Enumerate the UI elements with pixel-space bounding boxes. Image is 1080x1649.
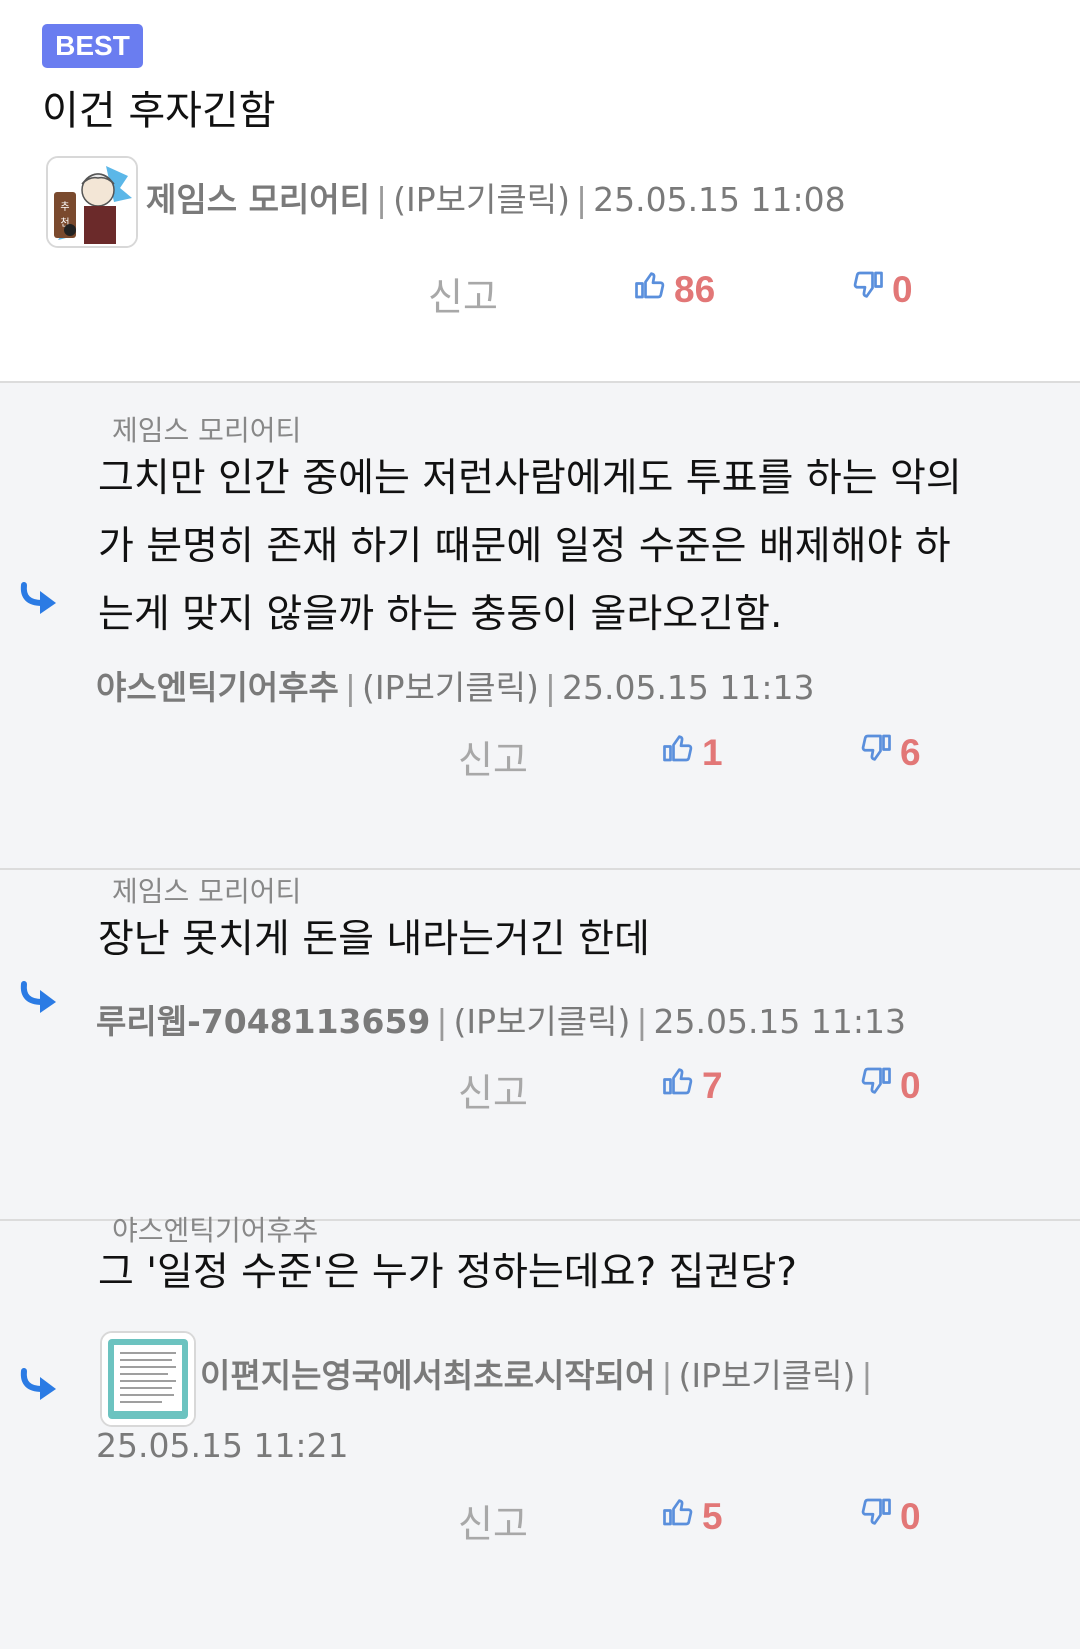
author-nickname[interactable]: 루리웹-7048113659 xyxy=(96,1002,430,1041)
like-button[interactable]: 7 xyxy=(660,1062,723,1109)
ip-link[interactable]: (IP보기클릭) xyxy=(454,1002,631,1041)
thumbs-down-icon xyxy=(858,1493,900,1540)
thumbs-down-icon xyxy=(858,729,900,776)
comment-line: 그치만 인간 중에는 저런사람에게도 투표를 하는 악의 xyxy=(98,456,962,501)
author-nickname[interactable]: 야스엔틱기어후추 xyxy=(96,668,339,707)
comment-text: 장난 못치게 돈을 내라는거긴 한데 xyxy=(98,906,1033,974)
comment-meta: 제임스 모리어티 | (IP보기클릭) | 25.05.15 11:08 xyxy=(146,180,846,219)
dislike-count: 0 xyxy=(900,1064,921,1106)
comment-datetime: 25.05.15 11:13 xyxy=(561,668,815,707)
comment-meta: 이편지는영국에서최초로시작되어 | (IP보기클릭) | xyxy=(200,1356,873,1395)
like-count: 7 xyxy=(702,1064,723,1106)
report-button[interactable]: 신고 xyxy=(458,1493,528,1548)
report-button[interactable]: 신고 xyxy=(458,729,528,784)
parent-author: 제임스 모리어티 xyxy=(112,414,302,447)
comment-datetime: 25.05.15 11:21 xyxy=(96,1426,349,1465)
comment-meta: 야스엔틱기어후추 | (IP보기클릭) | 25.05.15 11:13 xyxy=(96,668,815,707)
avatar[interactable]: 추 천 xyxy=(46,156,138,248)
dislike-count: 0 xyxy=(892,268,913,310)
comment-line: 그 '일정 수준'은 누가 정하는데요? 집권당? xyxy=(98,1250,797,1295)
reply-comment: 제임스 모리어티 장난 못치게 돈을 내라는거긴 한데 루리웹-70481136… xyxy=(0,870,1080,1221)
comment-actions: 신고 1 6 xyxy=(0,729,1080,783)
like-button[interactable]: 1 xyxy=(660,729,723,776)
thumbs-up-icon xyxy=(660,729,702,776)
reply-arrow-icon xyxy=(20,1368,56,1400)
comment-meta: 루리웹-7048113659 | (IP보기클릭) | 25.05.15 11:13 xyxy=(96,1002,907,1041)
avatar[interactable] xyxy=(100,1331,196,1427)
comment-datetime: 25.05.15 11:13 xyxy=(653,1002,907,1041)
reply-comment: 야스엔틱기어후추 그 '일정 수준'은 누가 정하는데요? 집권당? 이편지는영… xyxy=(0,1214,1080,1649)
best-comment: BEST 이건 후자긴함 추 천 제임스 모리어티 | (IP보기클릭) | 25.05… xyxy=(0,0,1080,383)
svg-text:추: 추 xyxy=(60,201,69,213)
thumbs-down-icon xyxy=(858,1062,900,1109)
author-nickname[interactable]: 제임스 모리어티 xyxy=(146,180,370,219)
dislike-button[interactable]: 0 xyxy=(858,1493,921,1540)
comment-text: 그치만 인간 중에는 저런사람에게도 투표를 하는 악의 가 분명히 존재 하기… xyxy=(98,445,1033,649)
best-badge: BEST xyxy=(42,24,143,68)
like-button[interactable]: 86 xyxy=(632,266,715,313)
dislike-count: 6 xyxy=(900,731,921,773)
comment-line: 가 분명히 존재 하기 때문에 일정 수준은 배제해야 하 xyxy=(98,524,951,569)
ip-link[interactable]: (IP보기클릭) xyxy=(362,668,539,707)
thumbs-up-icon xyxy=(660,1493,702,1540)
thumbs-up-icon xyxy=(632,266,674,313)
reply-comment: 제임스 모리어티 그치만 인간 중에는 저런사람에게도 투표를 하는 악의 가 … xyxy=(0,383,1080,870)
like-button[interactable]: 5 xyxy=(660,1493,723,1540)
dislike-button[interactable]: 0 xyxy=(850,266,913,313)
thumbs-up-icon xyxy=(660,1062,702,1109)
author-nickname[interactable]: 이편지는영국에서최초로시작되어 xyxy=(200,1356,655,1395)
thumbs-down-icon xyxy=(850,266,892,313)
reply-arrow-icon xyxy=(20,582,56,614)
comment-text: 그 '일정 수준'은 누가 정하는데요? 집권당? xyxy=(98,1239,1033,1307)
ip-link[interactable]: (IP보기클릭) xyxy=(393,180,570,219)
dislike-button[interactable]: 0 xyxy=(858,1062,921,1109)
dislike-count: 0 xyxy=(900,1495,921,1537)
like-count: 1 xyxy=(702,731,723,773)
comment-line: 장난 못치게 돈을 내라는거긴 한데 xyxy=(98,917,650,962)
comment-text: 이건 후자긴함 xyxy=(42,88,276,134)
comment-actions: 신고 5 0 xyxy=(0,1493,1080,1547)
like-count: 86 xyxy=(674,268,716,310)
comment-actions: 신고 86 0 xyxy=(0,266,1080,320)
reply-arrow-icon xyxy=(20,981,56,1013)
like-count: 5 xyxy=(702,1495,723,1537)
report-button[interactable]: 신고 xyxy=(428,266,498,321)
parent-author: 제임스 모리어티 xyxy=(112,875,302,908)
report-button[interactable]: 신고 xyxy=(458,1062,528,1117)
comment-datetime: 25.05.15 11:08 xyxy=(593,180,846,219)
ip-link[interactable]: (IP보기클릭) xyxy=(679,1356,856,1395)
dislike-button[interactable]: 6 xyxy=(858,729,921,776)
comment-actions: 신고 7 0 xyxy=(0,1062,1080,1116)
comment-line: 는게 맞지 않을까 하는 충동이 올라오긴함. xyxy=(98,592,783,637)
